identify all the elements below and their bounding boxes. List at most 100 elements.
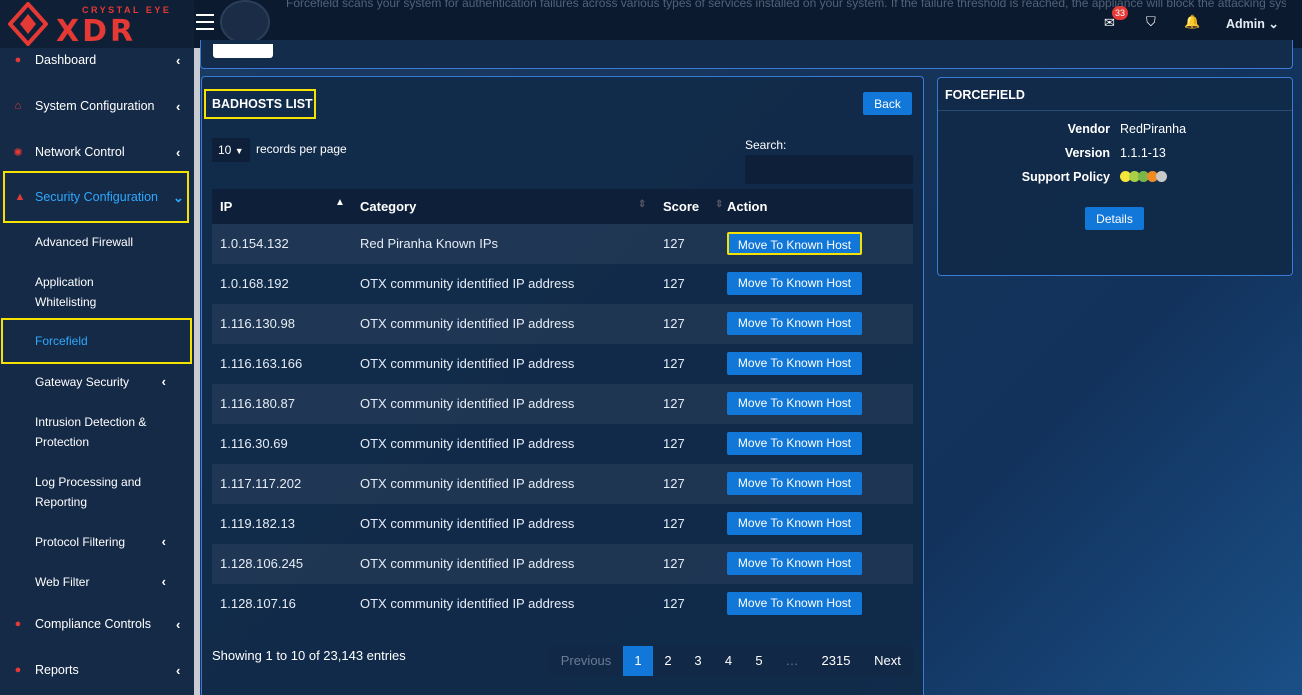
pagination-previous[interactable]: Previous xyxy=(549,646,623,676)
move-to-known-host-button[interactable]: Move To Known Host xyxy=(727,432,862,455)
pagination-page[interactable]: 2 xyxy=(653,646,683,676)
score-cell: 127 xyxy=(663,316,685,331)
score-cell: 127 xyxy=(663,556,685,571)
score-cell: 127 xyxy=(663,516,685,531)
pagination-page[interactable]: 4 xyxy=(713,646,744,676)
ip-cell: 1.116.163.166 xyxy=(220,356,303,371)
ip-cell: 1.117.117.202 xyxy=(220,476,302,491)
chevron-left-icon: ‹ xyxy=(161,374,166,389)
chevron-left-icon: ‹ xyxy=(161,574,166,589)
score-cell: 127 xyxy=(663,396,685,411)
reports-icon: ● xyxy=(14,664,22,676)
compliance-icon: ● xyxy=(14,618,22,630)
menu-toggle-icon[interactable] xyxy=(196,14,214,30)
sidebar-subitem-forcefield[interactable]: Forcefield xyxy=(1,318,192,364)
sidebar-item-reports[interactable]: ● Reports ‹ xyxy=(0,650,194,690)
sidebar-item-compliance-controls[interactable]: ● Compliance Controls ‹ xyxy=(0,604,194,644)
shield-icon[interactable]: ⛉ xyxy=(1146,14,1156,30)
chevron-down-icon: ⌄ xyxy=(1268,17,1279,31)
column-score[interactable]: Score xyxy=(663,199,699,214)
table-row: 1.116.130.98 OTX community identified IP … xyxy=(212,304,913,344)
category-cell: OTX community identified IP address xyxy=(360,556,575,571)
support-policy-indicator xyxy=(1120,171,1167,185)
shield-icon: ▲ xyxy=(14,191,26,203)
category-cell: OTX community identified IP address xyxy=(360,596,575,611)
sidebar-item-network-control[interactable]: ✺ Network Control ‹ xyxy=(0,132,194,172)
sort-icon[interactable]: ⇕ xyxy=(638,199,646,210)
pagination-next[interactable]: Next xyxy=(862,646,913,676)
sidebar-item-dashboard[interactable]: ● Dashboard ‹ xyxy=(0,40,194,80)
category-cell: OTX community identified IP address xyxy=(360,356,575,371)
details-button[interactable]: Details xyxy=(1085,207,1144,230)
vendor-label: Vendor xyxy=(1067,122,1110,136)
category-cell: OTX community identified IP address xyxy=(360,396,575,411)
score-cell: 127 xyxy=(663,356,685,371)
pagination-page[interactable]: 5 xyxy=(744,646,774,676)
sort-icon[interactable]: ⇕ xyxy=(715,199,723,210)
category-cell: OTX community identified IP address xyxy=(360,436,575,451)
table-header: IP ▲ Category ⇕ Score ⇕ Action xyxy=(212,189,913,224)
dashboard-icon: ● xyxy=(14,54,22,66)
home-icon: ⌂ xyxy=(14,100,22,112)
badhosts-title: BADHOSTS LIST xyxy=(204,89,316,119)
score-cell: 127 xyxy=(663,596,685,611)
chevron-left-icon: ‹ xyxy=(161,534,166,549)
move-to-known-host-button[interactable]: Move To Known Host xyxy=(727,272,862,295)
support-level-dot xyxy=(1156,171,1167,182)
back-button[interactable]: Back xyxy=(863,92,912,115)
column-category[interactable]: Category xyxy=(360,199,416,214)
page-description: Forcefield scans your system for authent… xyxy=(286,0,1286,10)
ip-cell: 1.116.30.69 xyxy=(220,436,288,451)
sort-asc-icon[interactable]: ▲ xyxy=(335,197,345,208)
chevron-left-icon: ‹ xyxy=(176,663,181,678)
column-action: Action xyxy=(727,199,768,214)
pagination-page[interactable]: 2315 xyxy=(810,646,862,676)
category-cell: OTX community identified IP address xyxy=(360,316,575,331)
page-size-select[interactable]: 10 ▼ xyxy=(212,138,250,162)
category-cell: Red Piranha Known IPs xyxy=(360,236,499,251)
page-size-label: records per page xyxy=(256,142,347,156)
category-cell: OTX community identified IP address xyxy=(360,276,575,291)
score-cell: 127 xyxy=(663,436,685,451)
pagination-page[interactable]: 1 xyxy=(623,646,653,676)
ip-cell: 1.128.106.245 xyxy=(220,556,304,571)
caret-down-icon: ▼ xyxy=(234,146,244,156)
move-to-known-host-button[interactable]: Move To Known Host xyxy=(727,552,862,575)
table-row: 1.116.180.87 OTX community identified IP … xyxy=(212,384,913,424)
ip-cell: 1.119.182.13 xyxy=(220,516,295,531)
user-menu[interactable]: Admin ⌄ xyxy=(1226,16,1279,31)
notification-badge: 33 xyxy=(1112,6,1128,20)
chevron-down-icon: ⌄ xyxy=(173,190,184,205)
score-cell: 127 xyxy=(663,476,685,491)
ip-cell: 1.128.107.16 xyxy=(220,596,296,611)
move-to-known-host-button[interactable]: Move To Known Host xyxy=(727,312,862,335)
table-row: 1.119.182.13 OTX community identified IP … xyxy=(212,504,913,544)
move-to-known-host-button[interactable]: Move To Known Host xyxy=(727,592,862,615)
support-policy-label: Support Policy xyxy=(1021,170,1110,184)
ip-cell: 1.116.130.98 xyxy=(220,316,295,331)
chevron-left-icon: ‹ xyxy=(176,617,181,632)
move-to-known-host-button[interactable]: Move To Known Host xyxy=(727,472,862,495)
table-row: 1.0.154.132 Red Piranha Known IPs 127 Move … xyxy=(212,224,913,264)
column-ip[interactable]: IP xyxy=(220,199,232,214)
table-row: 1.128.107.16 OTX community identified IP … xyxy=(212,584,913,624)
sidebar-item-security-configuration[interactable]: ▲ Security Configuration ⌄ xyxy=(3,171,189,223)
forcefield-info-panel xyxy=(200,40,1293,69)
category-cell: OTX community identified IP address xyxy=(360,476,575,491)
chevron-left-icon: ‹ xyxy=(176,99,181,114)
move-to-known-host-button[interactable]: Move To Known Host xyxy=(727,232,862,255)
pagination-page[interactable]: 3 xyxy=(683,646,713,676)
table-row: 1.116.163.166 OTX community identified IP… xyxy=(212,344,913,384)
table-row: 1.128.106.245 OTX community identified IP… xyxy=(212,544,913,584)
info-panel-tab xyxy=(213,44,273,58)
chevron-left-icon: ‹ xyxy=(176,145,181,160)
version-label: Version xyxy=(1064,146,1110,160)
ip-cell: 1.0.168.192 xyxy=(220,276,289,291)
search-input[interactable] xyxy=(745,155,913,184)
move-to-known-host-button[interactable]: Move To Known Host xyxy=(727,392,862,415)
move-to-known-host-button[interactable]: Move To Known Host xyxy=(727,512,862,535)
bell-icon[interactable]: 🔔 xyxy=(1184,14,1200,30)
sidebar-item-system-configuration[interactable]: ⌂ System Configuration ‹ xyxy=(0,86,194,126)
move-to-known-host-button[interactable]: Move To Known Host xyxy=(727,352,862,375)
table-row: 1.116.30.69 OTX community identified IP a… xyxy=(212,424,913,464)
